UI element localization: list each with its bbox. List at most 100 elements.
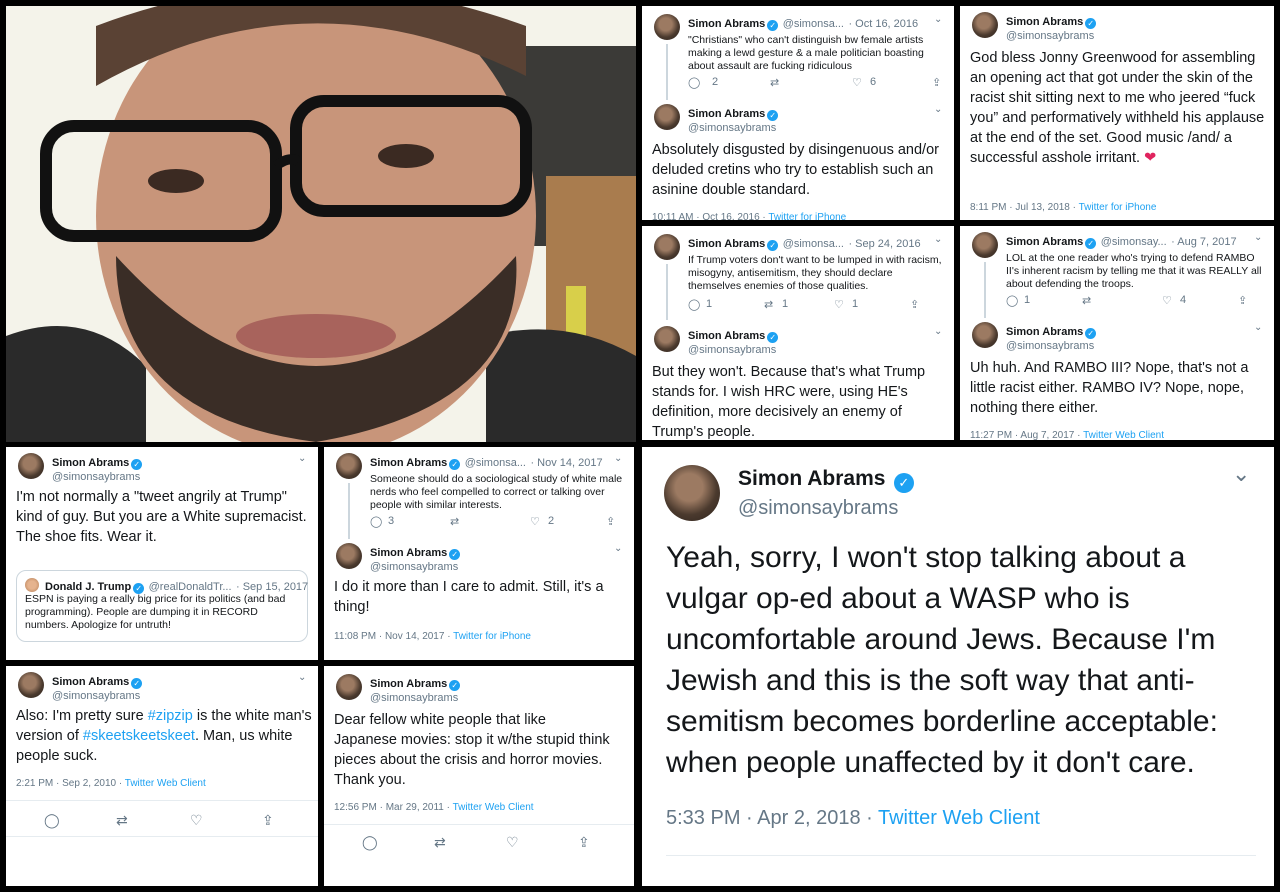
- chevron-down-icon[interactable]: ⌄: [1232, 461, 1250, 487]
- tweet-date[interactable]: · Aug 7, 2017: [1171, 236, 1236, 248]
- author-name[interactable]: Simon Abrams: [1006, 16, 1083, 28]
- retweet-icon[interactable]: ⇄: [764, 298, 782, 311]
- like-icon[interactable]: ♡: [834, 298, 852, 311]
- author-name[interactable]: Simon Abrams: [370, 547, 447, 559]
- tweet-date[interactable]: · Sep 24, 2016: [848, 238, 920, 250]
- avatar[interactable]: [18, 672, 44, 698]
- author-handle[interactable]: @simonsaybrams: [688, 122, 778, 134]
- avatar[interactable]: [654, 234, 680, 260]
- retweet-icon[interactable]: ⇄: [116, 812, 190, 829]
- author-name[interactable]: Simon Abrams: [370, 678, 447, 690]
- author-handle[interactable]: @simonsaybrams: [370, 692, 460, 704]
- avatar[interactable]: [336, 543, 362, 569]
- avatar[interactable]: [664, 465, 720, 521]
- reply-icon[interactable]: ◯: [1006, 294, 1024, 307]
- tweet-time[interactable]: 10:11 AM · Oct 16, 2016 ·: [652, 212, 766, 220]
- author-name[interactable]: Simon Abrams: [738, 467, 885, 490]
- author-handle[interactable]: @simonsay...: [1101, 236, 1167, 248]
- author-name[interactable]: Simon Abrams: [52, 457, 129, 469]
- author-handle[interactable]: @simonsa...: [783, 18, 844, 30]
- share-icon[interactable]: ⇪: [262, 812, 274, 829]
- tweet-time[interactable]: 2:21 PM · Sep 2, 2010 ·: [16, 778, 122, 789]
- author-name[interactable]: Simon Abrams: [688, 18, 765, 30]
- tweet-source[interactable]: Twitter Web Client: [1083, 430, 1164, 440]
- chevron-down-icon[interactable]: ⌄: [1254, 322, 1262, 333]
- like-icon[interactable]: ♡: [1162, 294, 1180, 307]
- tweet-source[interactable]: Twitter Web Client: [125, 778, 206, 789]
- reply-icon[interactable]: ◯: [688, 76, 712, 89]
- author-handle[interactable]: @simonsaybrams: [52, 690, 142, 702]
- chevron-down-icon[interactable]: ⌄: [934, 234, 942, 245]
- avatar[interactable]: [336, 674, 362, 700]
- like-icon[interactable]: ♡: [190, 812, 262, 829]
- verified-icon: ✓: [767, 20, 779, 31]
- avatar[interactable]: [336, 453, 362, 479]
- reply-icon[interactable]: ◯: [44, 812, 116, 829]
- tweet-source[interactable]: Twitter Web Client: [453, 802, 534, 813]
- share-icon[interactable]: ⇪: [932, 76, 941, 89]
- chevron-down-icon[interactable]: ⌄: [934, 104, 942, 115]
- tweet-panel-apr-2-2018: Simon Abrams ✓ @simonsaybrams ⌄ Yeah, so…: [642, 447, 1274, 886]
- avatar[interactable]: [972, 232, 998, 258]
- author-name[interactable]: Simon Abrams: [370, 457, 447, 469]
- author-handle[interactable]: @simonsaybrams: [738, 497, 914, 520]
- author-name[interactable]: Simon Abrams: [1006, 236, 1083, 248]
- chevron-down-icon[interactable]: ⌄: [298, 453, 306, 464]
- avatar[interactable]: [654, 104, 680, 130]
- author-handle[interactable]: @simonsaybrams: [1006, 340, 1096, 352]
- like-icon[interactable]: ♡: [852, 76, 870, 89]
- avatar[interactable]: [18, 453, 44, 479]
- tweet-time[interactable]: 11:27 PM · Aug 7, 2017 ·: [970, 430, 1080, 440]
- author-name[interactable]: Simon Abrams: [52, 676, 129, 688]
- tweet-time[interactable]: 8:11 PM · Jul 13, 2018 ·: [970, 202, 1076, 213]
- tweet-date[interactable]: · Nov 14, 2017: [530, 457, 602, 469]
- author-handle[interactable]: @simonsa...: [465, 457, 526, 469]
- chevron-down-icon[interactable]: ⌄: [1254, 232, 1262, 243]
- chevron-down-icon[interactable]: ⌄: [934, 14, 942, 25]
- reply-icon[interactable]: ◯: [362, 834, 434, 851]
- tweet-date[interactable]: · Oct 16, 2016: [848, 18, 918, 30]
- retweet-icon[interactable]: ⇄: [770, 76, 852, 89]
- verified-icon: ✓: [449, 680, 461, 691]
- share-icon[interactable]: ⇪: [1238, 294, 1247, 307]
- tweet-time[interactable]: 11:08 PM · Nov 14, 2017 ·: [334, 631, 451, 642]
- avatar[interactable]: [972, 322, 998, 348]
- hashtag-link[interactable]: #zipzip: [148, 708, 193, 724]
- retweet-icon[interactable]: ⇄: [434, 834, 506, 851]
- retweet-icon[interactable]: ⇄: [450, 515, 530, 528]
- author-name[interactable]: Simon Abrams: [688, 238, 765, 250]
- author-name[interactable]: Simon Abrams: [688, 330, 765, 342]
- tweet-panel-sep-2-2010: Simon Abrams ✓ @simonsaybrams ⌄ Also: I'm…: [6, 666, 318, 886]
- like-icon[interactable]: ♡: [530, 515, 548, 528]
- tweet-time[interactable]: 12:56 PM · Mar 29, 2011 ·: [334, 802, 450, 813]
- tweet-source[interactable]: Twitter for iPhone: [768, 212, 846, 220]
- author-handle[interactable]: @simonsaybrams: [52, 471, 142, 483]
- avatar[interactable]: [972, 12, 998, 38]
- chevron-down-icon[interactable]: ⌄: [614, 543, 622, 554]
- hashtag-link[interactable]: #skeetskeetskeet: [83, 728, 195, 744]
- reply-icon[interactable]: ◯: [688, 298, 706, 311]
- retweet-icon[interactable]: ⇄: [1082, 294, 1162, 307]
- share-icon[interactable]: ⇪: [606, 515, 615, 528]
- author-handle[interactable]: @simonsaybrams: [688, 344, 778, 356]
- author-handle[interactable]: @simonsaybrams: [370, 561, 460, 573]
- chevron-down-icon[interactable]: ⌄: [298, 672, 306, 683]
- share-icon[interactable]: ⇪: [578, 834, 590, 851]
- author-name[interactable]: Simon Abrams: [688, 108, 765, 120]
- author-name[interactable]: Simon Abrams: [1006, 326, 1083, 338]
- tweet-source[interactable]: Twitter Web Client: [878, 807, 1040, 829]
- quoted-tweet[interactable]: Donald J. Trump ✓ @realDonaldTr... · Sep …: [16, 570, 308, 642]
- chevron-down-icon[interactable]: ⌄: [934, 326, 942, 337]
- avatar[interactable]: [654, 14, 680, 40]
- author-handle[interactable]: @simonsa...: [783, 238, 844, 250]
- reply-icon[interactable]: ◯: [370, 515, 388, 528]
- tweet-time[interactable]: 5:33 PM · Apr 2, 2018 ·: [666, 807, 873, 829]
- verified-icon: ✓: [1085, 238, 1097, 249]
- like-icon[interactable]: ♡: [506, 834, 578, 851]
- chevron-down-icon[interactable]: ⌄: [614, 453, 622, 464]
- author-handle[interactable]: @simonsaybrams: [1006, 30, 1096, 42]
- avatar[interactable]: [654, 326, 680, 352]
- share-icon[interactable]: ⇪: [910, 298, 919, 311]
- tweet-source[interactable]: Twitter for iPhone: [1079, 202, 1157, 213]
- tweet-source[interactable]: Twitter for iPhone: [453, 631, 531, 642]
